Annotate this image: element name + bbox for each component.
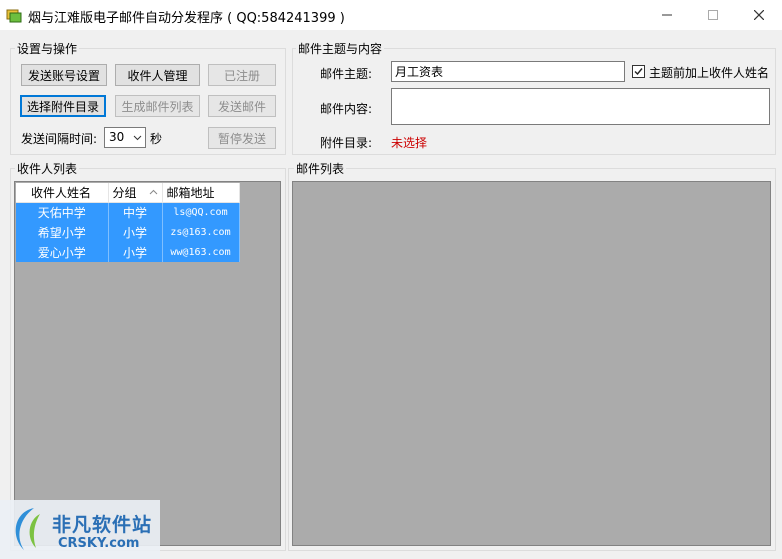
subject-label: 邮件主题: bbox=[320, 67, 373, 81]
column-header-name[interactable]: 收件人姓名 bbox=[16, 183, 109, 203]
settings-group-title: 设置与操作 bbox=[15, 40, 80, 57]
content-textarea[interactable] bbox=[391, 88, 770, 125]
subject-input[interactable]: 月工资表 bbox=[391, 61, 625, 82]
chevron-down-icon bbox=[133, 135, 142, 141]
title-bar: 烟与江难版电子邮件自动分发程序 ( QQ:584241399 ) bbox=[0, 0, 782, 30]
recipient-group-cell: 小学 bbox=[108, 242, 163, 262]
interval-select[interactable]: 30 bbox=[104, 127, 146, 148]
watermark-swirl-icon bbox=[15, 508, 40, 550]
window-title: 烟与江难版电子邮件自动分发程序 ( QQ:584241399 ) bbox=[28, 11, 345, 26]
recipient-name-cell: 爱心小学 bbox=[16, 242, 109, 262]
watermark-subtext: CRSKY.com bbox=[58, 536, 140, 551]
maximize-icon bbox=[708, 10, 718, 20]
table-row[interactable]: 希望小学 小学 zs@163.com bbox=[16, 222, 240, 242]
interval-unit: 秒 bbox=[150, 132, 163, 146]
interval-label: 发送间隔时间: bbox=[21, 132, 98, 146]
recipient-name-cell: 天佑中学 bbox=[16, 202, 109, 222]
recipient-email-cell: ww@163.com bbox=[162, 242, 240, 262]
close-button[interactable] bbox=[736, 0, 782, 30]
column-header-email[interactable]: 邮箱地址 bbox=[162, 183, 240, 203]
prefix-name-label: 主题前加上收件人姓名 bbox=[649, 66, 770, 80]
interval-value: 30 bbox=[109, 130, 125, 144]
close-icon bbox=[754, 10, 764, 20]
pause-send-button[interactable]: 暂停发送 bbox=[208, 127, 276, 149]
recipient-group-title: 收件人列表 bbox=[15, 160, 80, 177]
recipient-group-cell: 中学 bbox=[108, 202, 163, 222]
recipient-email-cell: zs@163.com bbox=[162, 222, 240, 242]
send-mail-button[interactable]: 发送邮件 bbox=[208, 95, 276, 117]
select-attachment-dir-button[interactable]: 选择附件目录 bbox=[20, 95, 106, 117]
mail-list-group-title: 邮件列表 bbox=[294, 160, 347, 177]
column-header-group-label: 分组 bbox=[112, 185, 137, 200]
generate-mail-list-button[interactable]: 生成邮件列表 bbox=[115, 95, 200, 117]
app-window: 烟与江难版电子邮件自动分发程序 ( QQ:584241399 ) 设置与操作 发… bbox=[0, 0, 782, 559]
site-watermark-logo: 非凡软件站 CRSKY.com bbox=[0, 500, 160, 559]
mail-group-title: 邮件主题与内容 bbox=[296, 40, 385, 57]
sender-settings-button[interactable]: 发送账号设置 bbox=[21, 64, 107, 86]
attachment-dir-value: 未选择 bbox=[391, 136, 428, 150]
recipient-email-cell: ls@QQ.com bbox=[162, 202, 240, 222]
minimize-button[interactable] bbox=[644, 0, 690, 30]
recipient-table-header: 收件人姓名 分组 邮箱地址 bbox=[16, 183, 240, 203]
app-icon bbox=[6, 9, 22, 23]
sort-ascending-icon bbox=[149, 189, 157, 195]
content-label: 邮件内容: bbox=[320, 102, 373, 116]
attachment-dir-label: 附件目录: bbox=[320, 136, 373, 150]
recipient-name-cell: 希望小学 bbox=[16, 222, 109, 242]
recipient-listview[interactable]: 收件人姓名 分组 邮箱地址 天佑中学 中学 ls@QQ.com 希望小学 小学 bbox=[14, 181, 281, 546]
table-row[interactable]: 天佑中学 中学 ls@QQ.com bbox=[16, 202, 240, 222]
column-header-group[interactable]: 分组 bbox=[108, 183, 163, 203]
check-icon bbox=[634, 68, 643, 76]
prefix-name-checkbox[interactable] bbox=[632, 65, 645, 78]
minimize-icon bbox=[662, 14, 672, 16]
recipient-management-button[interactable]: 收件人管理 bbox=[115, 64, 200, 86]
recipient-table: 收件人姓名 分组 邮箱地址 天佑中学 中学 ls@QQ.com 希望小学 小学 bbox=[16, 183, 240, 262]
maximize-button[interactable] bbox=[690, 0, 736, 30]
watermark-text: 非凡软件站 bbox=[52, 514, 153, 536]
recipient-group-cell: 小学 bbox=[108, 222, 163, 242]
registered-button[interactable]: 已注册 bbox=[208, 64, 276, 86]
table-row[interactable]: 爱心小学 小学 ww@163.com bbox=[16, 242, 240, 262]
mail-listview[interactable] bbox=[292, 181, 771, 546]
